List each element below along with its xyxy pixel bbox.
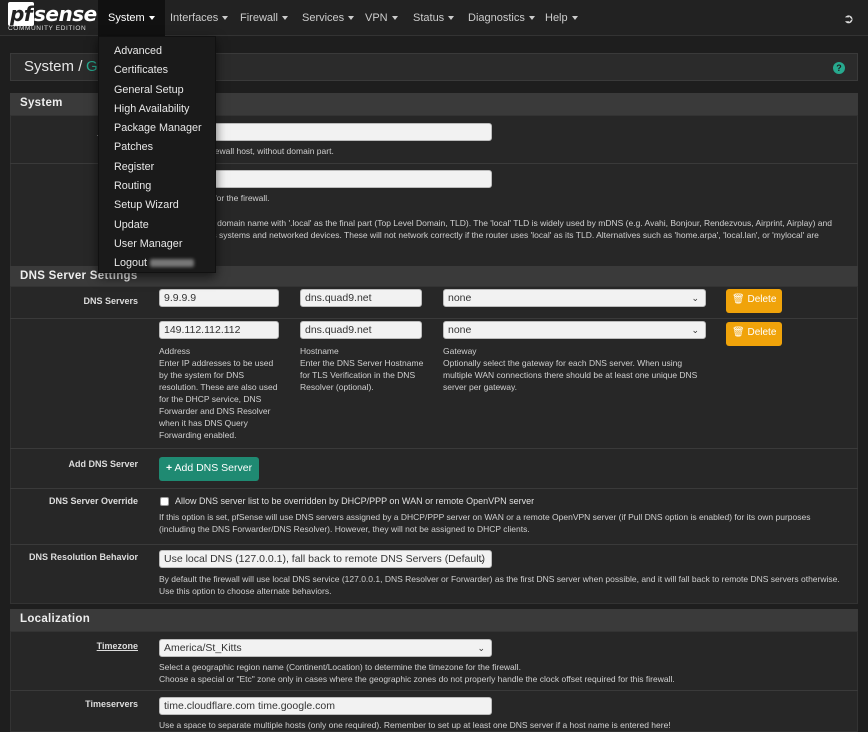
logo-edition: COMMUNITY EDITION [8, 25, 87, 32]
chevron-down-icon: ⌄ [691, 325, 699, 335]
dns-servers-label: DNS Servers [83, 296, 138, 306]
nav-services[interactable]: Services [292, 0, 364, 36]
caret-down-icon [222, 16, 229, 21]
dns-address-input[interactable]: 149.112.112.112 [159, 321, 279, 339]
domain-local-note: Do not end the domain name with '.local'… [159, 218, 832, 240]
timeservers-label: Timeservers [85, 699, 138, 709]
caret-down-icon [281, 16, 288, 21]
nav-diagnostics[interactable]: Diagnostics [458, 0, 545, 36]
dns-gateway-select[interactable]: none ⌄ [443, 321, 706, 339]
menu-item-package-manager[interactable]: Package Manager [99, 119, 215, 138]
chevron-down-icon: ⌄ [691, 293, 699, 303]
menu-item-general-setup[interactable]: General Setup [99, 81, 215, 100]
plus-icon: + [166, 462, 173, 474]
menu-item-advanced[interactable]: Advanced [99, 42, 215, 61]
trash-icon: 🗑 [732, 294, 745, 305]
delete-dns-button[interactable]: 🗑 Delete [726, 289, 783, 313]
delete-dns-button[interactable]: 🗑 Delete [726, 322, 783, 346]
help-icon[interactable]: ? [833, 62, 845, 74]
override-checkbox[interactable] [160, 497, 169, 506]
logo-sense: sense [34, 2, 97, 26]
dns-hostname-input[interactable]: dns.quad9.net [300, 289, 422, 307]
dns-address-help: Address Enter IP addresses to be used by … [159, 346, 278, 440]
redacted-username [150, 259, 195, 268]
breadcrumb-root: System / [24, 58, 83, 75]
menu-item-certificates[interactable]: Certificates [99, 61, 215, 80]
menu-item-register[interactable]: Register [99, 158, 215, 177]
sign-out-icon[interactable]: ➲ [843, 11, 854, 27]
menu-item-setup-wizard[interactable]: Setup Wizard [99, 196, 215, 215]
menu-item-update[interactable]: Update [99, 216, 215, 235]
pfsense-logo[interactable]: pf sense COMMUNITY EDITION [8, 2, 97, 35]
dns-hostname-input[interactable]: dns.quad9.net [300, 321, 422, 339]
nav-help[interactable]: Help [535, 0, 588, 36]
section-localization-header: Localization [10, 609, 858, 631]
chevron-down-icon: ⌄ [477, 554, 485, 564]
caret-down-icon [148, 16, 155, 21]
dns-hostname-help: Hostname Enter the DNS Server Hostname fo… [300, 346, 424, 392]
menu-item-patches[interactable]: Patches [99, 138, 215, 157]
menu-item-routing[interactable]: Routing [99, 177, 215, 196]
caret-down-icon [571, 16, 578, 21]
logo-pf: pf [8, 2, 35, 26]
menu-item-high-availability[interactable]: High Availability [99, 100, 215, 119]
timeservers-help: Use a space to separate multiple hosts (… [159, 720, 671, 730]
chevron-down-icon: ⌄ [477, 643, 485, 653]
nav-firewall[interactable]: Firewall [230, 0, 298, 36]
hostname-label: H [10, 126, 105, 136]
timezone-label: Timezone [96, 641, 138, 651]
override-checkbox-label: Allow DNS server list to be overridden b… [175, 496, 535, 506]
dns-gateway-help: Gateway Optionally select the gateway for… [443, 346, 698, 392]
nav-status[interactable]: Status [403, 0, 464, 36]
resolution-help: By default the firewall will use local D… [159, 574, 840, 596]
nav-vpn[interactable]: VPN [355, 0, 408, 36]
caret-down-icon [448, 16, 455, 21]
dns-address-input[interactable]: 9.9.9.9 [159, 289, 279, 307]
menu-item-user-manager[interactable]: User Manager [99, 235, 215, 254]
dns-gateway-select[interactable]: none ⌄ [443, 289, 706, 307]
add-dns-label: Add DNS Server [68, 459, 138, 469]
override-help: If this option is set, pfSense will use … [159, 512, 811, 534]
nav-interfaces[interactable]: Interfaces [160, 0, 238, 36]
system-dropdown-menu: Advanced Certificates General Setup High… [98, 36, 216, 273]
timezone-select[interactable]: America/St_Kitts ⌄ [159, 639, 492, 657]
resolution-label: DNS Resolution Behavior [28, 552, 138, 562]
timeservers-input[interactable]: time.cloudflare.com time.google.com [159, 697, 492, 715]
resolution-select[interactable]: Use local DNS (127.0.0.1), fall back to … [159, 550, 492, 568]
nav-system[interactable]: System [98, 0, 165, 36]
caret-down-icon [391, 16, 398, 21]
caret-down-icon [348, 16, 355, 21]
caret-down-icon [528, 16, 535, 21]
timezone-help: Select a geographic region name (Contine… [159, 662, 675, 684]
add-dns-server-button[interactable]: + Add DNS Server [159, 457, 260, 481]
menu-item-logout[interactable]: Logout [99, 254, 215, 273]
override-label: DNS Server Override [48, 496, 138, 506]
trash-icon: 🗑 [732, 327, 745, 338]
top-navbar: pf sense COMMUNITY EDITION System Interfa… [0, 0, 868, 36]
